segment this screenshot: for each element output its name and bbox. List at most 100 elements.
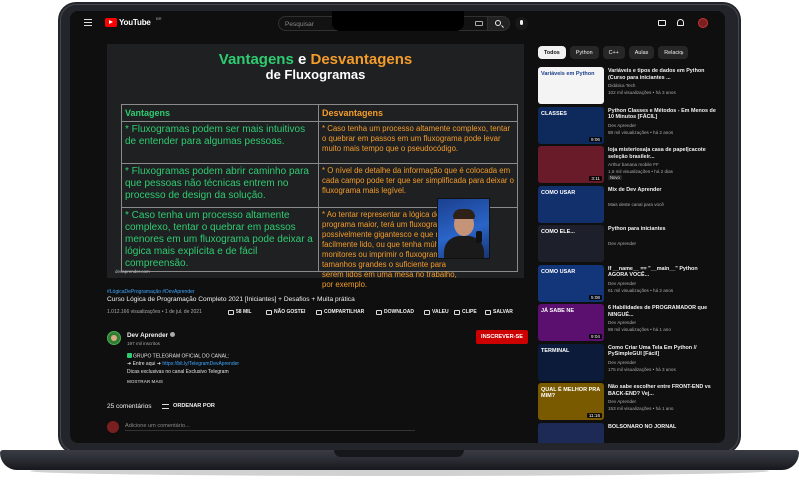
chip-cpp[interactable]: C++ <box>602 46 625 59</box>
video-thumbnail[interactable]: 3:11 <box>538 146 604 183</box>
video-thumbnail[interactable] <box>538 422 604 443</box>
recommended-video[interactable]: QUAL É MELHOR PRA MIM? 11:16 Não sabe esco… <box>538 383 718 421</box>
recommended-video-channel[interactable]: Dev Aprender <box>608 241 636 246</box>
dislike-button[interactable]: NÃO GOSTEI <box>266 307 305 317</box>
country-code: BR <box>156 16 162 21</box>
thumbs-up-icon <box>228 309 234 315</box>
telegram-link[interactable]: https://bit.ly/TelegramDevAprender <box>162 361 239 367</box>
recommended-video-meta: 88 mil visualizações • há 1 ano <box>608 327 671 332</box>
recommended-video-meta: 1,6 mil visualizações • há 2 dias <box>608 169 673 174</box>
channel-name-text[interactable]: Dev Aprender <box>127 332 168 339</box>
recommended-video-title[interactable]: Python Classes e Métodos - Em Menos de 1… <box>608 108 718 121</box>
recommended-video[interactable]: TERMINAL Como Criar Uma Tela Em Python //… <box>538 343 718 382</box>
video-thumbnail[interactable]: COMO USAR <box>538 185 604 223</box>
download-button[interactable]: DOWNLOAD <box>376 307 414 317</box>
comments-count: 25 comentários <box>107 403 152 410</box>
video-hashtags[interactable]: #LógicaDeProgramação #DevAprender <box>107 289 195 295</box>
recommended-video-meta: 61 mil visualizações • há 2 anos <box>608 287 674 293</box>
subscribe-button[interactable]: INSCREVER-SE <box>476 330 528 344</box>
recommended-video[interactable]: COMO ELE... Python para iniciantes Dev Apr… <box>538 225 718 263</box>
video-thumbnail[interactable]: QUAL É MELHOR PRA MIM? 11:16 <box>538 383 604 420</box>
verified-icon <box>170 332 176 337</box>
clip-button[interactable]: CLIPE <box>454 307 477 317</box>
menu-icon[interactable] <box>84 19 92 26</box>
recommended-video-channel[interactable]: Dev Aprender <box>608 399 636 404</box>
like-button[interactable]: 58 MIL <box>228 307 252 317</box>
user-avatar <box>107 421 119 433</box>
video-title: Curso Lógica de Programação Completo 202… <box>107 296 355 303</box>
account-avatar[interactable] <box>698 18 708 28</box>
recommended-video-title[interactable]: 6 Habilidades de PROGRAMADOR que NINGUÉ.… <box>608 305 718 318</box>
recommended-video-channel[interactable]: Mais deste canal para você <box>608 202 664 207</box>
video-thumbnail[interactable]: Variáveis em Python <box>538 67 604 104</box>
like-count: 58 MIL <box>236 309 252 315</box>
sort-comments-button[interactable]: ORDENAR POR <box>173 403 215 409</box>
recommended-video-channel[interactable]: Arthur banana mobile FF <box>608 162 659 167</box>
recommended-video[interactable]: COMO USAR Mix de Dev Aprender Mais deste c… <box>538 185 718 224</box>
disadvantages-header: Desvantagens <box>319 105 518 122</box>
recommended-video-title[interactable]: Como Criar Uma Tela Em Python // PySimpl… <box>608 345 718 358</box>
recommended-video[interactable]: BOLSONARO NO JORNAL <box>538 422 718 443</box>
save-button[interactable]: SALVAR <box>485 307 513 317</box>
thumbnail-caption: COMO USAR <box>541 189 576 196</box>
channel-avatar[interactable] <box>107 331 121 345</box>
recommended-video-channel[interactable]: Dev Aprender <box>608 281 636 286</box>
recommended-video-channel[interactable]: Didática Tech <box>608 83 636 88</box>
recommended-video[interactable]: CLASSES 9:06 Python Classes e Métodos - Em… <box>538 106 718 145</box>
slide-subtitle: de Fluxogramas <box>265 67 366 82</box>
share-button[interactable]: COMPARTILHAR <box>316 307 364 317</box>
recommended-video-channel[interactable]: Dev Aprender <box>608 360 636 365</box>
recommended-video-channel[interactable]: Dev Aprender <box>608 320 636 325</box>
thanks-button[interactable]: VALEU <box>424 307 449 317</box>
search-button[interactable] <box>488 16 510 31</box>
description-line-2-prefix: ➜ Entre aqui ➜ <box>127 361 163 368</box>
keyboard-icon[interactable] <box>475 21 483 26</box>
video-thumbnail[interactable]: TERMINAL <box>538 343 604 381</box>
video-thumbnail[interactable]: CLASSES 9:06 <box>538 106 604 144</box>
channel-name[interactable]: Dev Aprender <box>127 332 176 339</box>
video-thumbnail[interactable]: JÁ SABE NE 9:04 <box>538 304 604 341</box>
scissors-icon <box>454 309 460 315</box>
description-line: ➜ Entre aqui ➜ https://bit.ly/TelegramDe… <box>127 361 239 369</box>
video-actions: 58 MIL NÃO GOSTEI COMPARTILHAR DOWNLOAD … <box>228 307 528 317</box>
chip-python[interactable]: Python <box>569 46 599 59</box>
recommended-video-title[interactable]: loja misteriosa|a casa de papel|cacote s… <box>608 147 718 160</box>
recommended-video-title[interactable]: Não sabe escolher entre FRONT-END vs BAC… <box>608 384 718 397</box>
thumbnail-caption: COMO USAR <box>541 268 576 275</box>
advantage-item: * Fluxogramas podem abrir caminho para q… <box>122 164 318 208</box>
recommended-video-title[interactable]: Variáveis e tipos de dados em Python (Cu… <box>608 68 718 81</box>
recommended-video[interactable]: JÁ SABE NE 9:04 6 Habilidades de PROGRAMAD… <box>538 304 718 342</box>
video-thumbnail[interactable]: COMO ELE... <box>538 225 604 262</box>
recommended-video-meta: 175 mil visualizações • há 3 anos <box>608 366 676 372</box>
recommended-video-title[interactable]: Mix de Dev Aprender <box>608 187 718 194</box>
dislike-label: NÃO GOSTEI <box>274 309 306 315</box>
thumbnail-caption: CLASSES <box>541 110 567 117</box>
recommended-video-meta: 102 mil visualizações • há 3 anos <box>608 90 676 95</box>
recommended-video[interactable]: COMO USAR 5:08 If __name__ == "__main__" P… <box>538 264 718 303</box>
voice-search-button[interactable] <box>515 17 528 30</box>
notifications-bell-icon[interactable] <box>677 19 684 26</box>
disadvantage-item: * Caso tenha um processo altamente compl… <box>319 122 518 164</box>
recommended-video-title[interactable]: If __name__ == "__main__" Python AGORA V… <box>608 266 718 279</box>
create-video-icon[interactable] <box>658 20 666 26</box>
youtube-logo-icon[interactable] <box>105 18 117 27</box>
thumbs-down-icon <box>266 309 272 315</box>
save-playlist-icon <box>485 309 491 315</box>
chevron-right-icon[interactable]: › <box>681 48 684 57</box>
comment-input[interactable] <box>125 421 415 431</box>
recommended-video[interactable]: Variáveis em Python Variáveis e tipos de … <box>538 67 718 105</box>
sort-icon[interactable] <box>162 404 169 409</box>
recommended-video-channel[interactable]: Dev Aprender <box>608 123 636 128</box>
thumbnail-caption: JÁ SABE NE <box>541 308 575 314</box>
recommended-video[interactable]: 3:11 loja misteriosa|a casa de papel|caco… <box>538 146 718 184</box>
laptop-screen: YouTube BR Vantagens e Desvantagens de F… <box>70 11 725 443</box>
advantages-header: Vantagens <box>122 105 318 122</box>
chip-all[interactable]: Todos <box>538 46 566 59</box>
show-more-button[interactable]: MOSTRAR MAIS <box>127 379 163 384</box>
advantages-column: Vantagens * Fluxogramas podem ser mais i… <box>122 105 319 271</box>
video-thumbnail[interactable]: COMO USAR 5:08 <box>538 264 604 302</box>
youtube-logo-text[interactable]: YouTube <box>119 18 151 27</box>
recommended-video-title[interactable]: BOLSONARO NO JORNAL <box>608 424 718 431</box>
recommended-video-title[interactable]: Python para iniciantes <box>608 226 718 233</box>
chip-aulas[interactable]: Aulas <box>628 46 655 59</box>
